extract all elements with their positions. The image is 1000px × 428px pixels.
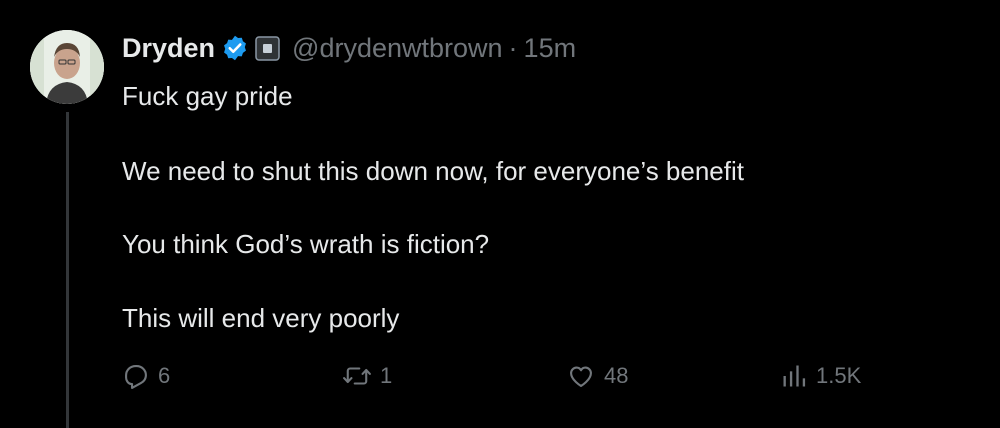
tweet-paragraph: Fuck gay pride bbox=[122, 81, 293, 111]
timestamp[interactable]: 15m bbox=[524, 33, 577, 64]
tweet-paragraph: This will end very poorly bbox=[122, 303, 400, 333]
handle[interactable]: @drydenwtbrown bbox=[292, 33, 503, 64]
tweet-header: Dryden @drydenwtbrown · 15m bbox=[122, 30, 576, 66]
like-button[interactable]: 48 bbox=[566, 362, 628, 390]
reply-button[interactable]: 6 bbox=[122, 362, 170, 390]
views-button[interactable]: 1.5K bbox=[780, 362, 861, 390]
views-count: 1.5K bbox=[816, 363, 862, 388]
tweet-paragraph: We need to shut this down now, for every… bbox=[122, 156, 744, 186]
avatar-image bbox=[30, 30, 104, 104]
display-name[interactable]: Dryden bbox=[122, 33, 215, 64]
affiliation-badge-icon[interactable] bbox=[255, 35, 280, 61]
thread-line bbox=[66, 112, 69, 428]
action-bar: 6 1 48 1.5K bbox=[122, 362, 882, 398]
tweet-paragraph: You think God’s wrath is fiction? bbox=[122, 229, 490, 259]
repost-icon bbox=[343, 367, 371, 385]
separator-dot: · bbox=[508, 32, 518, 63]
reply-icon bbox=[125, 365, 147, 389]
like-icon bbox=[570, 366, 592, 387]
views-icon bbox=[783, 365, 806, 387]
avatar[interactable] bbox=[30, 30, 104, 104]
repost-count: 1 bbox=[380, 363, 393, 388]
like-count: 48 bbox=[604, 363, 629, 388]
tweet[interactable]: Dryden @drydenwtbrown · 15m Fuck gay pri… bbox=[0, 0, 1000, 428]
reply-count: 6 bbox=[158, 363, 171, 388]
verified-badge-icon[interactable] bbox=[221, 34, 249, 62]
repost-button[interactable]: 1 bbox=[342, 362, 392, 390]
